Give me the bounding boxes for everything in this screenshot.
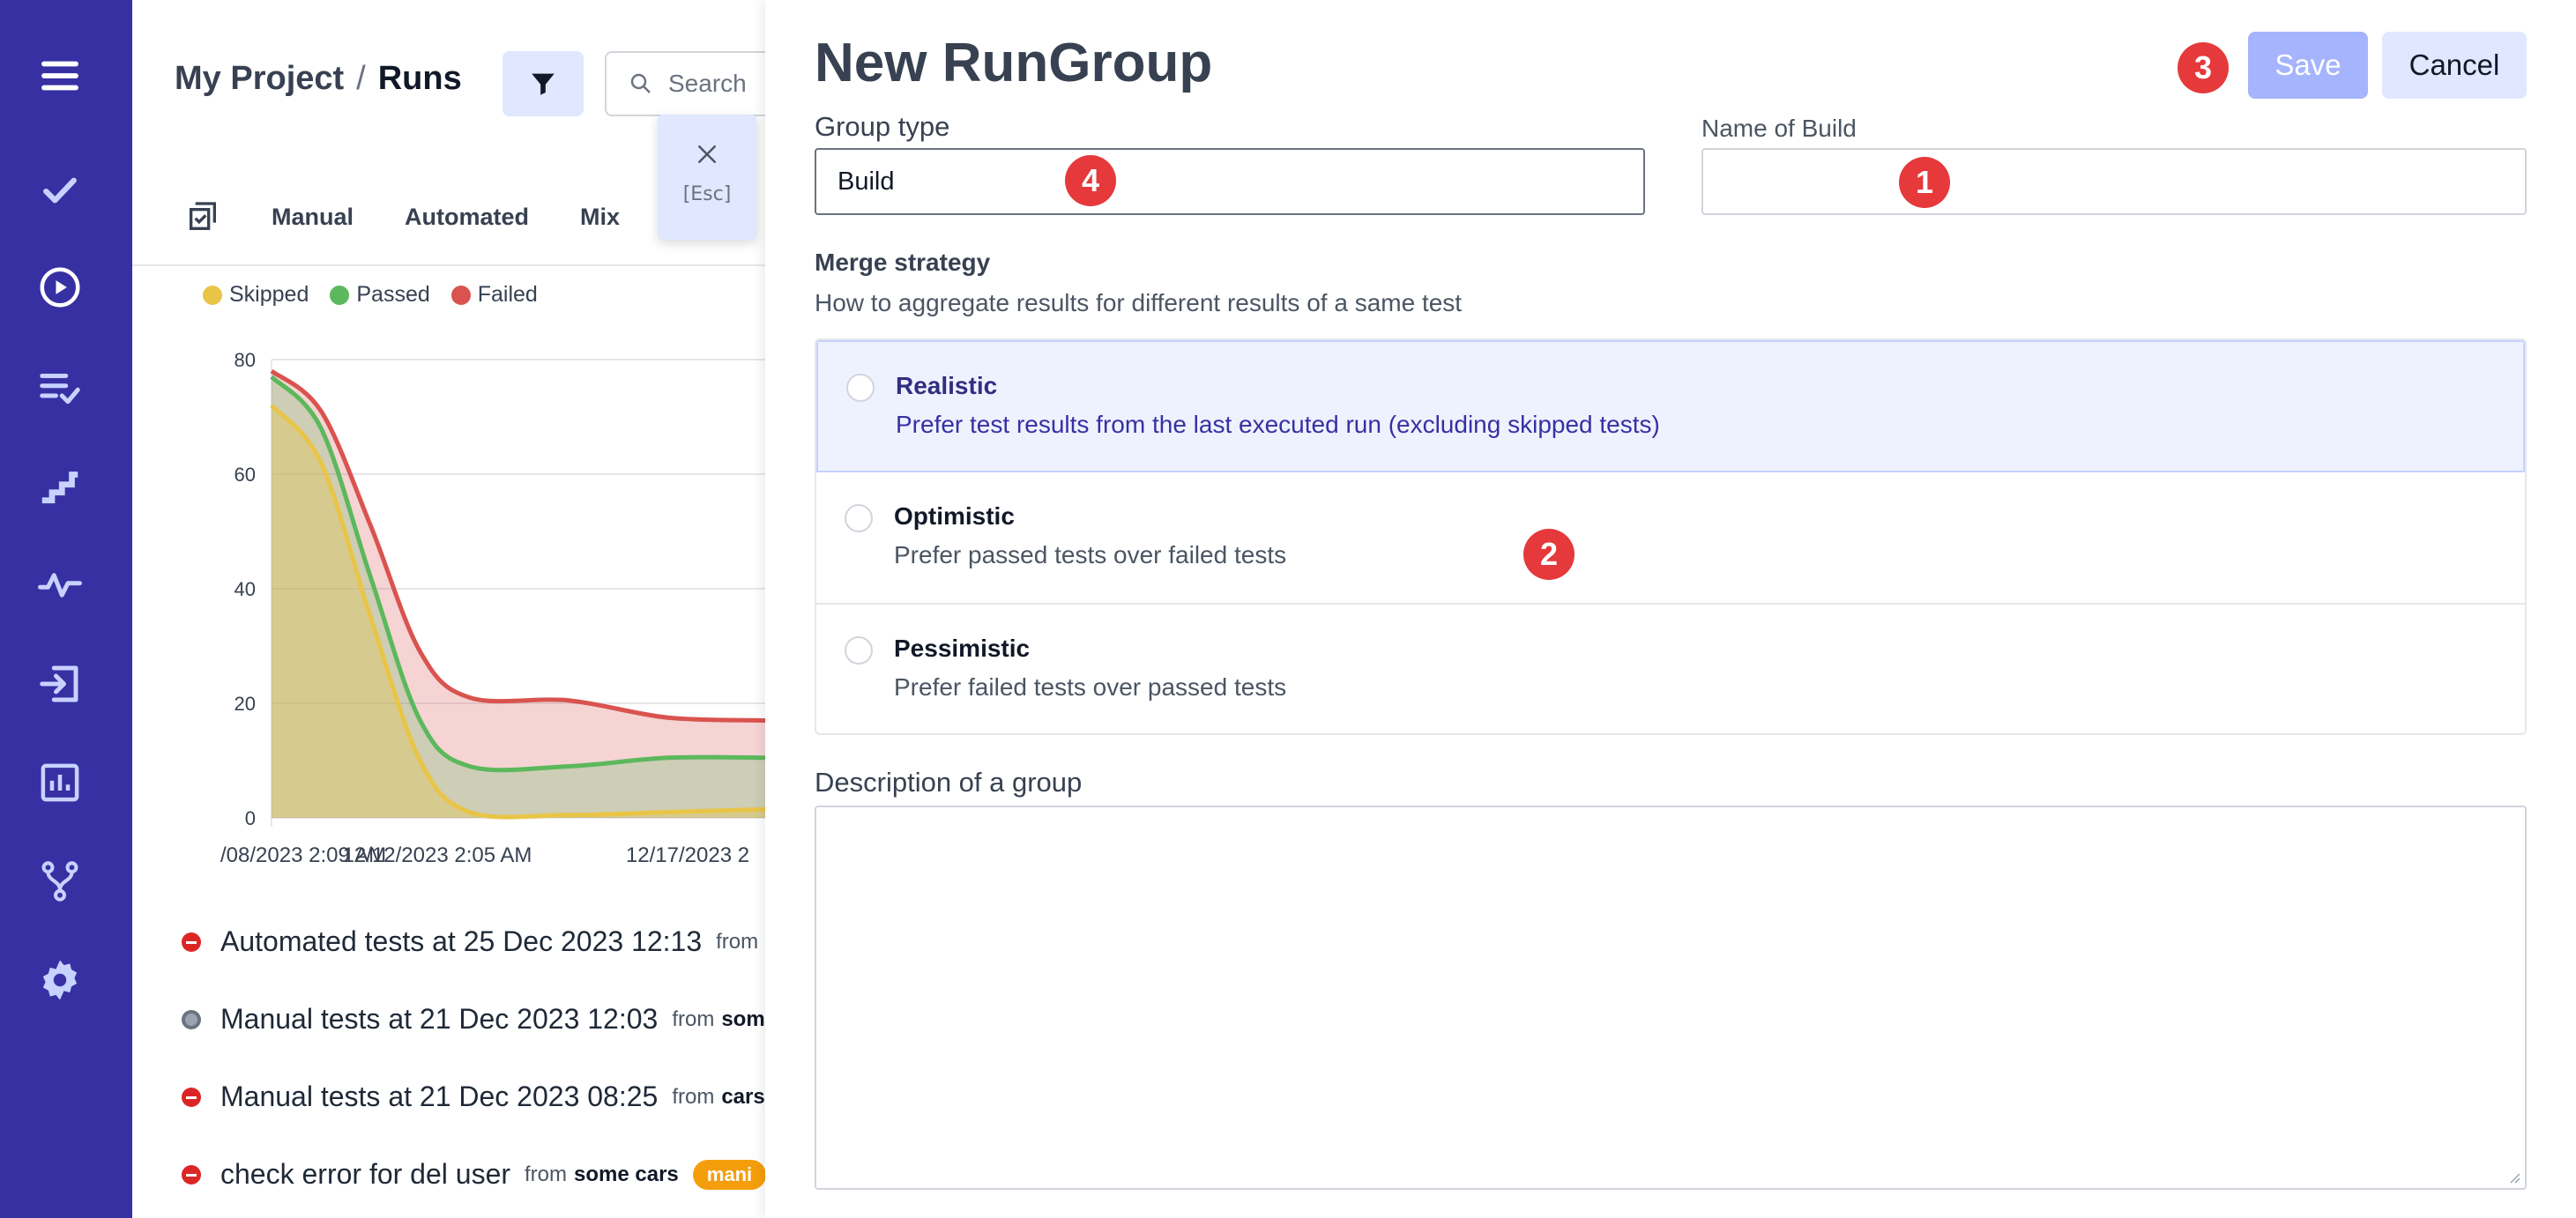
gear-icon[interactable] xyxy=(35,955,85,1005)
legend-label: Failed xyxy=(477,282,538,307)
legend-dot xyxy=(450,285,471,305)
run-type-tabs: Manual Automated Mix xyxy=(185,199,620,234)
breadcrumb-project[interactable]: My Project xyxy=(175,60,344,97)
cancel-button[interactable]: Cancel xyxy=(2382,32,2527,99)
run-type-tag: mani xyxy=(692,1159,765,1190)
annotation-badge-1: 1 xyxy=(1899,157,1950,208)
search-placeholder: Search xyxy=(668,70,747,97)
failed-status-icon xyxy=(182,1164,201,1185)
group-type-select[interactable]: Build xyxy=(815,148,1645,215)
search-input[interactable]: Search xyxy=(605,51,765,116)
resize-grip-icon[interactable] xyxy=(2507,1170,2521,1185)
runs-area-chart: 020406080/08/2023 2:09 AM12/12/2023 2:05… xyxy=(220,349,765,867)
name-of-build-label: Name of Build xyxy=(1701,115,1857,142)
check-icon[interactable] xyxy=(35,166,85,215)
steps-icon[interactable] xyxy=(35,462,85,511)
merge-strategy-options: Realistic Prefer test results from the l… xyxy=(815,338,2527,735)
x-tick-label: 12/17/2023 2 xyxy=(626,843,749,867)
checklist-icon[interactable] xyxy=(35,363,85,412)
run-title[interactable]: Manual tests at 21 Dec 2023 08:25 xyxy=(220,1081,658,1113)
run-list-item[interactable]: check error for del user from some cars man… xyxy=(182,1158,765,1191)
option-title: Pessimistic xyxy=(894,635,1031,662)
option-title: Realistic xyxy=(896,372,998,399)
legend-dot xyxy=(203,285,222,305)
sidebar xyxy=(0,0,132,1218)
run-title[interactable]: Manual tests at 21 Dec 2023 12:03 xyxy=(220,1003,658,1036)
description-textarea[interactable] xyxy=(815,806,2527,1190)
tab-manual[interactable]: Manual xyxy=(272,204,354,231)
breadcrumb-page: Runs xyxy=(377,60,462,97)
pulse-icon[interactable] xyxy=(35,561,85,610)
run-list-item[interactable]: Automated tests at 25 Dec 2023 12:13 from… xyxy=(182,925,765,958)
annotation-badge-2: 2 xyxy=(1523,529,1575,580)
radio-realistic[interactable] xyxy=(846,374,875,402)
legend-dot xyxy=(330,285,350,305)
run-from-label: from xyxy=(716,929,759,954)
annotation-badge-3: 3 xyxy=(2178,42,2229,93)
run-source: some xyxy=(721,1006,765,1031)
failed-status-icon xyxy=(182,1087,201,1107)
option-description: Prefer test results from the last execut… xyxy=(896,411,1660,438)
legend-label: Skipped xyxy=(229,282,309,307)
y-tick-label: 60 xyxy=(235,464,256,486)
option-realistic[interactable]: Realistic Prefer test results from the l… xyxy=(816,340,2525,472)
legend-skipped[interactable]: Skipped xyxy=(203,282,309,308)
group-type-label: Group type xyxy=(815,111,950,142)
tab-automated[interactable]: Automated xyxy=(405,204,529,231)
merge-strategy-title: Merge strategy xyxy=(815,249,991,276)
name-of-build-input[interactable] xyxy=(1701,148,2527,215)
new-rungroup-drawer: New RunGroup 3 Save Cancel Group type Bu… xyxy=(765,0,2576,1218)
branch-icon[interactable] xyxy=(35,857,85,906)
close-drawer-button[interactable]: [Esc] xyxy=(658,115,756,240)
breadcrumb-separator: / xyxy=(356,60,366,97)
run-list-item[interactable]: Manual tests at 21 Dec 2023 12:03 from som… xyxy=(182,1003,765,1036)
analytics-icon[interactable] xyxy=(35,758,85,807)
play-circle-icon[interactable] xyxy=(35,263,85,312)
breadcrumb: My Project / Runs xyxy=(175,60,462,98)
tabs-divider xyxy=(132,264,765,266)
y-tick-label: 40 xyxy=(235,578,256,600)
runs-page: My Project / Runs Search [Esc] Manual Auto… xyxy=(132,0,765,1218)
option-description: Prefer failed tests over passed tests xyxy=(894,673,1287,701)
run-title[interactable]: Automated tests at 25 Dec 2023 12:13 xyxy=(220,925,702,958)
radio-pessimistic[interactable] xyxy=(845,636,873,665)
y-tick-label: 80 xyxy=(235,349,256,371)
legend-label: Passed xyxy=(356,282,430,307)
pending-status-icon xyxy=(182,1009,201,1029)
run-title[interactable]: check error for del user xyxy=(220,1158,510,1191)
failed-status-icon xyxy=(182,932,201,952)
annotation-badge-4: 4 xyxy=(1065,155,1116,206)
drawer-title: New RunGroup xyxy=(815,33,1213,93)
merge-strategy-description: How to aggregate results for different r… xyxy=(815,289,1463,316)
save-button[interactable]: Save xyxy=(2248,32,2368,99)
tab-mix[interactable]: Mix xyxy=(580,204,620,231)
esc-hint: [Esc] xyxy=(682,183,732,205)
run-list-item[interactable]: Manual tests at 21 Dec 2023 08:25 from car… xyxy=(182,1081,765,1113)
y-tick-label: 20 xyxy=(235,693,256,715)
run-source: cars ( xyxy=(721,1084,765,1109)
chart-legend: Skipped Passed Failed xyxy=(203,282,538,308)
radio-optimistic[interactable] xyxy=(845,504,873,532)
search-icon xyxy=(630,73,651,93)
option-pessimistic[interactable]: Pessimistic Prefer failed tests over pas… xyxy=(816,605,2525,733)
y-tick-label: 0 xyxy=(245,807,256,829)
x-tick-label: 12/12/2023 2:05 AM xyxy=(343,843,532,867)
option-optimistic[interactable]: Optimistic Prefer passed tests over fail… xyxy=(816,472,2525,605)
legend-failed[interactable]: Failed xyxy=(450,282,538,308)
option-description: Prefer passed tests over failed tests xyxy=(894,541,1287,568)
filter-button[interactable] xyxy=(503,51,584,116)
group-type-value: Build xyxy=(838,167,895,196)
run-from-label: from xyxy=(672,1084,715,1109)
legend-passed[interactable]: Passed xyxy=(330,282,430,308)
filter-icon xyxy=(532,73,555,95)
close-icon xyxy=(698,145,716,163)
run-source: some cars xyxy=(574,1162,679,1186)
run-from-label: from xyxy=(672,1006,715,1031)
multiselect-icon[interactable] xyxy=(185,199,220,234)
option-title: Optimistic xyxy=(894,502,1015,530)
run-from-label: from xyxy=(525,1162,568,1186)
import-icon[interactable] xyxy=(35,659,85,709)
menu-icon[interactable] xyxy=(35,51,85,100)
description-label: Description of a group xyxy=(815,767,1083,798)
